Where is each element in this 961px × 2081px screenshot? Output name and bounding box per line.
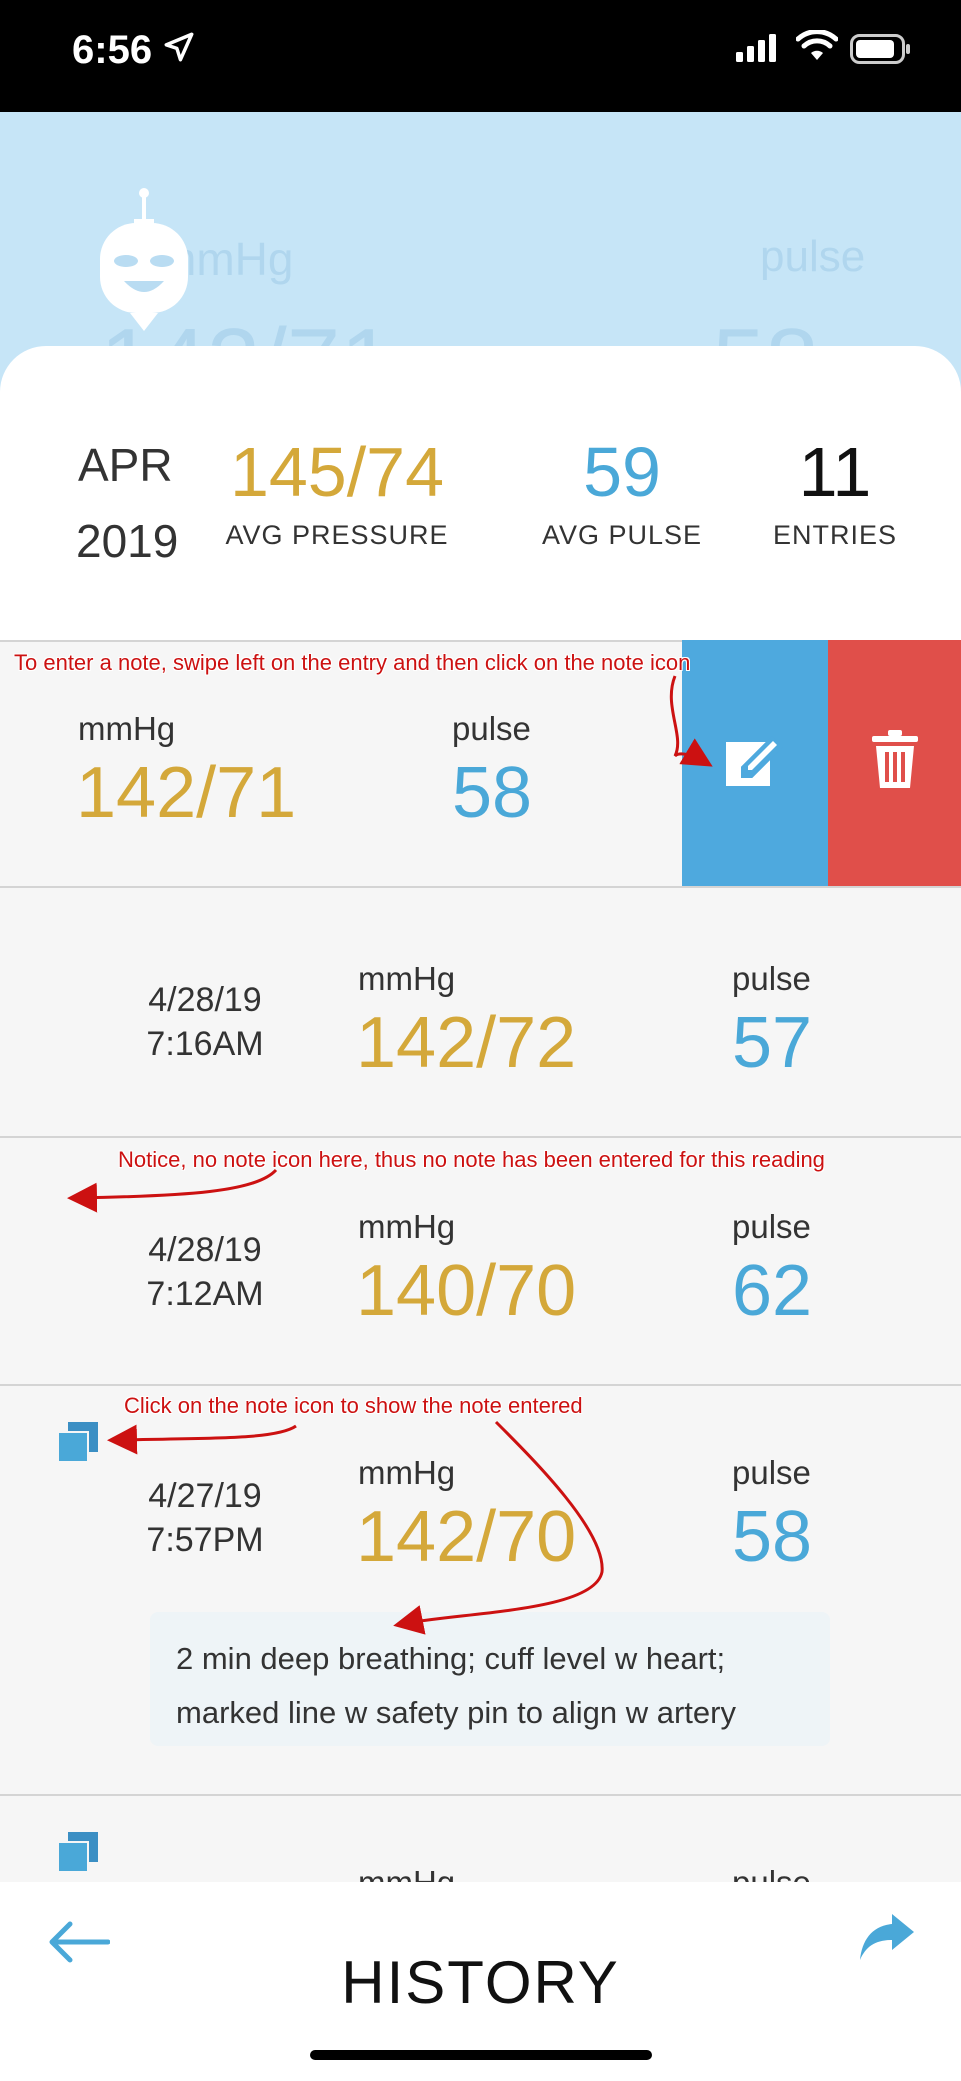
home-indicator (310, 2050, 652, 2060)
annotation-no-note: Notice, no note icon here, thus no note … (118, 1147, 825, 1172)
app-screen: 6:56 mmHg pulse 142/71 58 APR 2019 145/7… (0, 0, 961, 2081)
annotation-swipe: To enter a note, swipe left on the entry… (14, 650, 691, 675)
annotation-click-note: Click on the note icon to show the note … (124, 1393, 583, 1418)
annotation-arrows (67, 675, 713, 1635)
page-title: HISTORY (341, 1949, 620, 2016)
